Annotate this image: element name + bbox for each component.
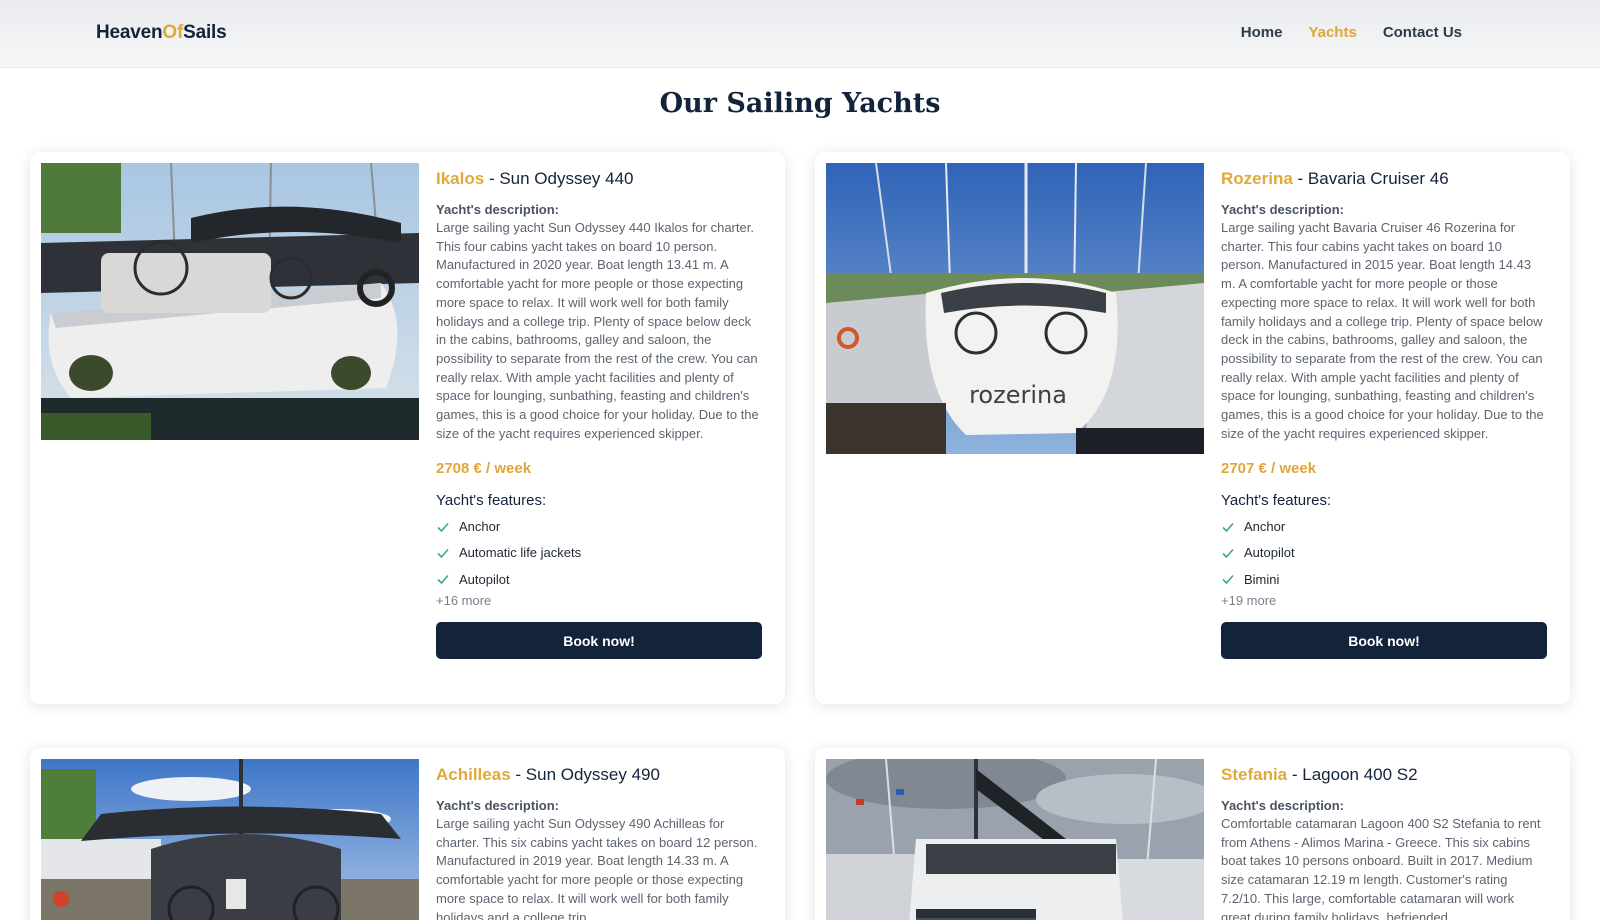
yacht-model: - Sun Odyssey 440 — [488, 169, 634, 188]
feature-item: Bimini — [1221, 566, 1547, 592]
feature-label: Anchor — [459, 519, 501, 535]
feature-item: Anchor — [1221, 513, 1547, 539]
features-label: Yacht's features: — [1221, 492, 1332, 510]
yacht-info: Ikalos - Sun Odyssey 440 Yacht's descrip… — [436, 168, 762, 660]
yacht-name[interactable]: Ikalos — [436, 169, 484, 188]
feature-item: Autopilot — [1221, 540, 1547, 566]
yacht-title: Ikalos - Sun Odyssey 440 — [436, 168, 762, 190]
check-icon — [1222, 522, 1234, 532]
more-features-link[interactable]: +16 more — [436, 593, 762, 608]
feature-item: Autopilot — [436, 566, 762, 592]
yacht-price: 2708 € / week — [436, 460, 532, 478]
yacht-name[interactable]: Rozerina — [1221, 169, 1293, 188]
yacht-card-rozerina: rozerina Rozerina - Bavaria Cruiser 46 Y… — [815, 152, 1570, 704]
yacht-name[interactable]: Stefania — [1221, 765, 1287, 784]
check-icon — [1222, 575, 1234, 585]
yacht-model: - Bavaria Cruiser 46 — [1297, 169, 1449, 188]
site-header: HeavenOfSails Home Yachts Contact Us — [0, 0, 1600, 68]
yacht-description: Large sailing yacht Sun Odyssey 490 Achi… — [436, 816, 758, 920]
yacht-card-ikalos: Ikalos - Sun Odyssey 440 Yacht's descrip… — [30, 152, 785, 704]
feature-label: Anchor — [1244, 519, 1286, 535]
book-now-button[interactable]: Book now! — [1221, 622, 1547, 660]
yacht-photo — [41, 163, 419, 440]
site-logo[interactable]: HeavenOfSails — [96, 22, 227, 44]
logo-heaven: Heaven — [96, 22, 163, 43]
description-label: Yacht's description: — [1221, 798, 1345, 813]
feature-label: Automatic life jackets — [459, 545, 582, 561]
logo-of: Of — [162, 22, 184, 43]
check-icon — [437, 522, 449, 532]
description-label: Yacht's description: — [1221, 202, 1345, 217]
nav-contact-us[interactable]: Contact Us — [1383, 24, 1462, 41]
more-features-link[interactable]: +19 more — [1221, 593, 1547, 608]
features-list: Anchor Autopilot Bimini — [1221, 513, 1547, 592]
logo-sails: Sails — [183, 22, 227, 43]
yacht-info: Achilleas - Sun Odyssey 490 Yacht's desc… — [436, 764, 762, 920]
yacht-price: 2707 € / week — [1221, 460, 1317, 478]
feature-label: Bimini — [1244, 571, 1280, 587]
yacht-model: - Lagoon 400 S2 — [1291, 765, 1418, 784]
yacht-description: Large sailing yacht Sun Odyssey 440 Ikal… — [436, 220, 759, 441]
yacht-model: - Sun Odyssey 490 — [515, 765, 660, 784]
description-label: Yacht's description: — [436, 202, 560, 217]
yacht-title: Achilleas - Sun Odyssey 490 — [436, 764, 762, 786]
feature-item: Anchor — [436, 513, 762, 539]
description-label: Yacht's description: — [436, 798, 560, 813]
feature-label: Autopilot — [1244, 545, 1295, 561]
yacht-description: Large sailing yacht Bavaria Cruiser 46 R… — [1221, 220, 1544, 441]
nav-yachts[interactable]: Yachts — [1308, 24, 1356, 41]
book-now-button[interactable]: Book now! — [436, 622, 762, 660]
yacht-photo: rozerina — [826, 163, 1204, 454]
feature-label: Autopilot — [459, 571, 510, 587]
yacht-name[interactable]: Achilleas — [436, 765, 511, 784]
yacht-card-stefania: Stefania - Lagoon 400 S2 Yacht's descrip… — [815, 748, 1570, 920]
catamaran-photo — [826, 759, 1204, 920]
yacht-info: Rozerina - Bavaria Cruiser 46 Yacht's de… — [1221, 168, 1547, 660]
features-label: Yacht's features: — [436, 492, 547, 510]
yacht-title: Rozerina - Bavaria Cruiser 46 — [1221, 168, 1547, 190]
yacht-info: Stefania - Lagoon 400 S2 Yacht's descrip… — [1221, 764, 1547, 920]
yacht-title: Stefania - Lagoon 400 S2 — [1221, 764, 1547, 786]
yacht-card-achilleas: Achilleas - Sun Odyssey 490 Yacht's desc… — [30, 748, 785, 920]
check-icon — [437, 548, 449, 559]
check-icon — [437, 575, 449, 585]
nav-home[interactable]: Home — [1241, 24, 1283, 41]
page-title: Our Sailing Yachts — [659, 88, 941, 119]
yacht-description: Comfortable catamaran Lagoon 400 S2 Stef… — [1221, 816, 1541, 920]
stern-name: rozerina — [969, 381, 1067, 409]
check-icon — [1222, 548, 1234, 559]
yacht-photo — [41, 759, 419, 920]
features-list: Anchor Automatic life jackets Autopilot — [436, 513, 762, 592]
main-nav: Home Yachts Contact Us — [1241, 24, 1462, 41]
feature-item: Automatic life jackets — [436, 540, 762, 566]
